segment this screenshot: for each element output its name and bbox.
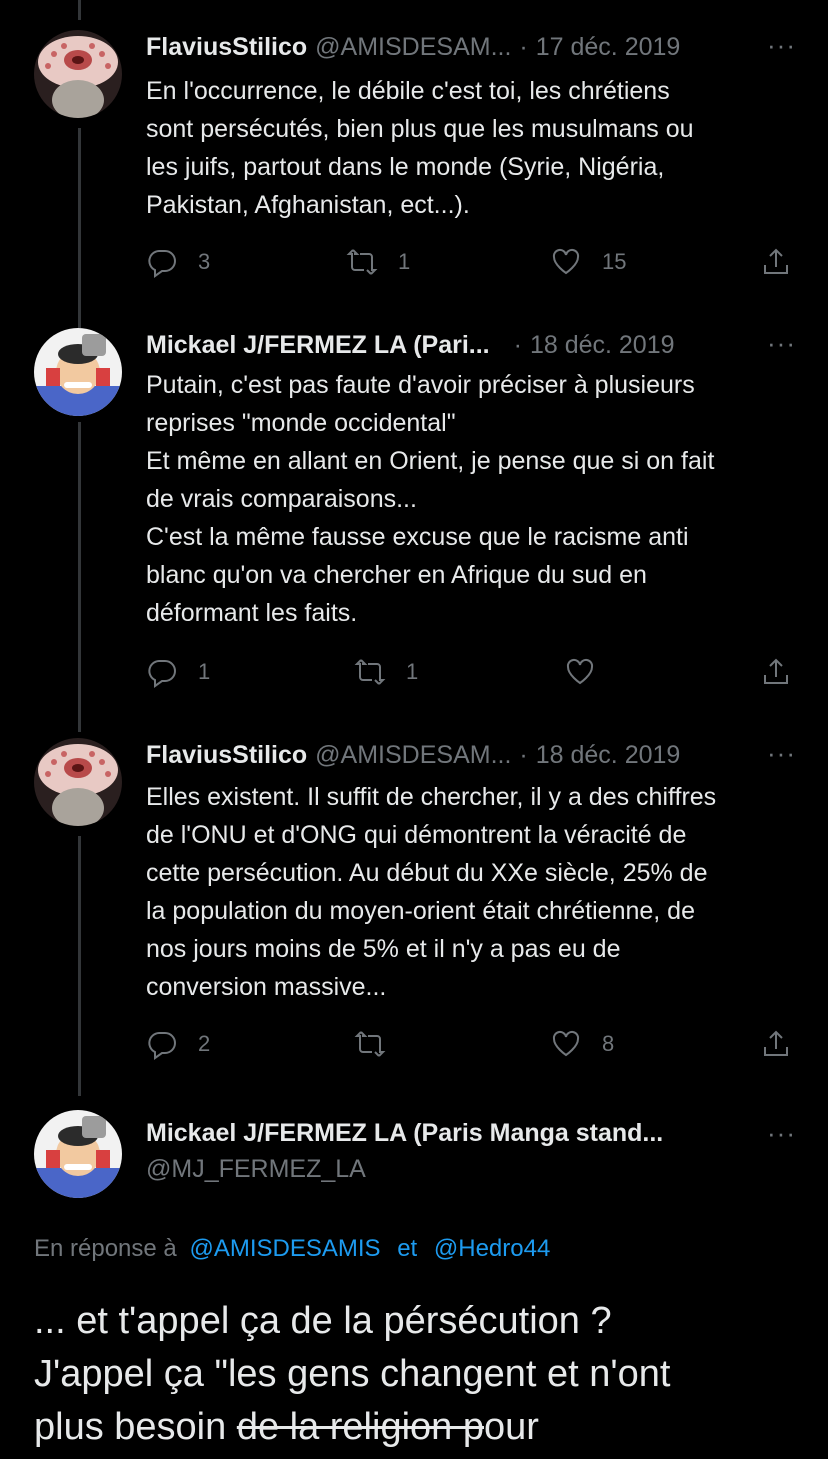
reply-button[interactable]: 3 <box>146 246 210 278</box>
reply-button[interactable]: 1 <box>146 656 210 688</box>
more-options-icon[interactable]: ··· <box>767 738 796 769</box>
avatar[interactable] <box>34 30 122 118</box>
tweet-line: Elles existent. Il suffit de chercher, i… <box>146 783 717 811</box>
reply-count: 3 <box>198 249 211 274</box>
share-button[interactable] <box>760 656 792 688</box>
tweet-line: Putain, c'est pas faute d'avoir préciser… <box>146 371 695 399</box>
share-button[interactable] <box>760 246 792 278</box>
more-options-icon[interactable]: ··· <box>767 328 796 359</box>
more-options-icon[interactable]: ··· <box>767 1118 796 1149</box>
like-button[interactable]: 15 <box>550 246 626 278</box>
reply-count: 2 <box>198 1031 211 1056</box>
reply-user-link[interactable]: @AMISDESAMIS <box>189 1235 380 1262</box>
tweet-header: FlaviusStilico @AMISDESAM... · 18 déc. 2… <box>146 738 680 772</box>
reply-icon <box>148 660 176 688</box>
retweet-count: 1 <box>398 249 411 274</box>
tweet[interactable]: FlaviusStilico @AMISDESAM... · 18 déc. 2… <box>0 738 828 1078</box>
reply-user-link[interactable]: @Hedro44 <box>434 1235 550 1262</box>
main-tweet-text-part: plus besoin <box>34 1406 237 1448</box>
avatar[interactable] <box>34 328 122 416</box>
separator-dot: · <box>519 740 528 769</box>
author-name[interactable]: FlaviusStilico <box>146 33 307 62</box>
share-button[interactable] <box>760 1028 792 1060</box>
more-options-icon[interactable]: ··· <box>767 30 796 61</box>
tweet-line: reprises "monde occidental" <box>146 409 456 437</box>
retweet-icon <box>346 249 378 275</box>
main-tweet-text: ... et t'appel ça de la pérsécution ? J'… <box>34 1295 814 1454</box>
tweet-line: déformant les faits. <box>146 599 358 627</box>
tweet-date[interactable]: 17 déc. 2019 <box>536 33 681 62</box>
reply-button[interactable]: 2 <box>146 1028 210 1060</box>
retweet-button[interactable]: 1 <box>354 656 418 688</box>
tweet-line: C'est la même fausse excuse que le racis… <box>146 523 689 551</box>
share-icon <box>764 248 788 274</box>
author-handle[interactable]: @MJ_FERMEZ_LA <box>146 1155 366 1184</box>
retweet-icon <box>354 1031 386 1057</box>
tweet-line: Pakistan, Afghanistan, ect...). <box>146 191 470 219</box>
tweet-line: cette persécution. Au début du XXe siècl… <box>146 859 708 887</box>
tweet-handle-row: @MJ_FERMEZ_LA <box>146 1152 366 1186</box>
tweet-line: sont persécutés, bien plus que les musul… <box>146 115 694 143</box>
tweet-line: En l'occurrence, le débile c'est toi, le… <box>146 77 670 105</box>
tweet-header: Mickael J/FERMEZ LA (Pari... · 18 déc. 2… <box>146 328 675 362</box>
retweet-count: 1 <box>406 659 419 684</box>
main-tweet-line: J'appel ça "les gens changent et n'ont <box>34 1353 671 1395</box>
like-count: 8 <box>602 1031 615 1056</box>
tweet-text: En l'occurrence, le débile c'est toi, le… <box>146 72 796 224</box>
author-name[interactable]: Mickael J/FERMEZ LA (Paris Manga stand..… <box>146 1119 663 1148</box>
main-tweet-text-part: de la religion p <box>236 1406 484 1448</box>
avatar[interactable] <box>34 1110 122 1198</box>
tweet-line: de l'ONU et d'ONG qui démontrent la véra… <box>146 821 687 849</box>
share-icon <box>764 1030 788 1056</box>
tweet-line: la population du moyen-orient était chré… <box>146 897 695 925</box>
reply-prefix: En réponse à <box>34 1235 177 1262</box>
tweet-line: les juifs, partout dans le monde (Syrie,… <box>146 153 665 181</box>
tweet-line: Et même en allant en Orient, je pense qu… <box>146 447 715 475</box>
reply-icon <box>148 1032 176 1060</box>
reply-context: En réponse à @AMISDESAMIS et @Hedro44 <box>34 1235 550 1263</box>
like-count: 15 <box>602 249 627 274</box>
main-tweet-line: plus besoin de la religion pour <box>34 1401 814 1454</box>
thread-line-top <box>78 0 81 20</box>
tweet[interactable]: FlaviusStilico @AMISDESAM... · 17 déc. 2… <box>0 30 828 300</box>
tweet-date[interactable]: 18 déc. 2019 <box>530 331 675 360</box>
tweet-header: FlaviusStilico @AMISDESAM... · 17 déc. 2… <box>146 30 680 64</box>
reply-icon <box>148 250 176 278</box>
tweet[interactable]: Mickael J/FERMEZ LA (Pari... · 18 déc. 2… <box>0 328 828 708</box>
action-bar: 3 1 15 <box>146 246 796 286</box>
tweet-line: blanc qu'on va chercher en Afrique du su… <box>146 561 647 589</box>
avatar[interactable] <box>34 738 122 826</box>
author-handle[interactable]: @AMISDESAM... <box>315 33 511 62</box>
like-button[interactable]: 8 <box>550 1028 614 1060</box>
reply-and: et <box>397 1235 418 1262</box>
tweet-header: Mickael J/FERMEZ LA (Paris Manga stand..… <box>146 1116 663 1150</box>
retweet-icon <box>354 659 386 685</box>
heart-icon <box>566 658 594 685</box>
author-handle[interactable]: @AMISDESAM... <box>315 741 511 770</box>
tweet-line: nos jours moins de 5% et il n'y a pas eu… <box>146 935 621 963</box>
tweet-text: Elles existent. Il suffit de chercher, i… <box>146 778 796 1006</box>
main-tweet-line: ... et t'appel ça de la pérsécution ? <box>34 1300 612 1342</box>
tweet-date[interactable]: 18 déc. 2019 <box>536 741 681 770</box>
retweet-button[interactable] <box>354 1028 406 1060</box>
separator-dot: · <box>513 330 522 359</box>
action-bar: 2 8 <box>146 1028 796 1068</box>
author-name[interactable]: FlaviusStilico <box>146 741 307 770</box>
reply-count: 1 <box>198 659 211 684</box>
main-tweet-text-part: our <box>483 1406 539 1448</box>
heart-icon <box>552 248 580 275</box>
action-bar: 1 1 <box>146 656 796 696</box>
author-name[interactable]: Mickael J/FERMEZ LA (Pari... <box>146 331 490 360</box>
heart-icon <box>552 1030 580 1057</box>
like-button[interactable] <box>564 656 616 688</box>
tweet-line: conversion massive... <box>146 973 387 1001</box>
main-tweet: Mickael J/FERMEZ LA (Paris Manga stand..… <box>0 1110 828 1210</box>
tweet-text: Putain, c'est pas faute d'avoir préciser… <box>146 366 796 632</box>
separator-dot: · <box>519 32 528 61</box>
share-icon <box>764 658 788 684</box>
retweet-button[interactable]: 1 <box>346 246 410 278</box>
tweet-line: de vrais comparaisons... <box>146 485 417 513</box>
